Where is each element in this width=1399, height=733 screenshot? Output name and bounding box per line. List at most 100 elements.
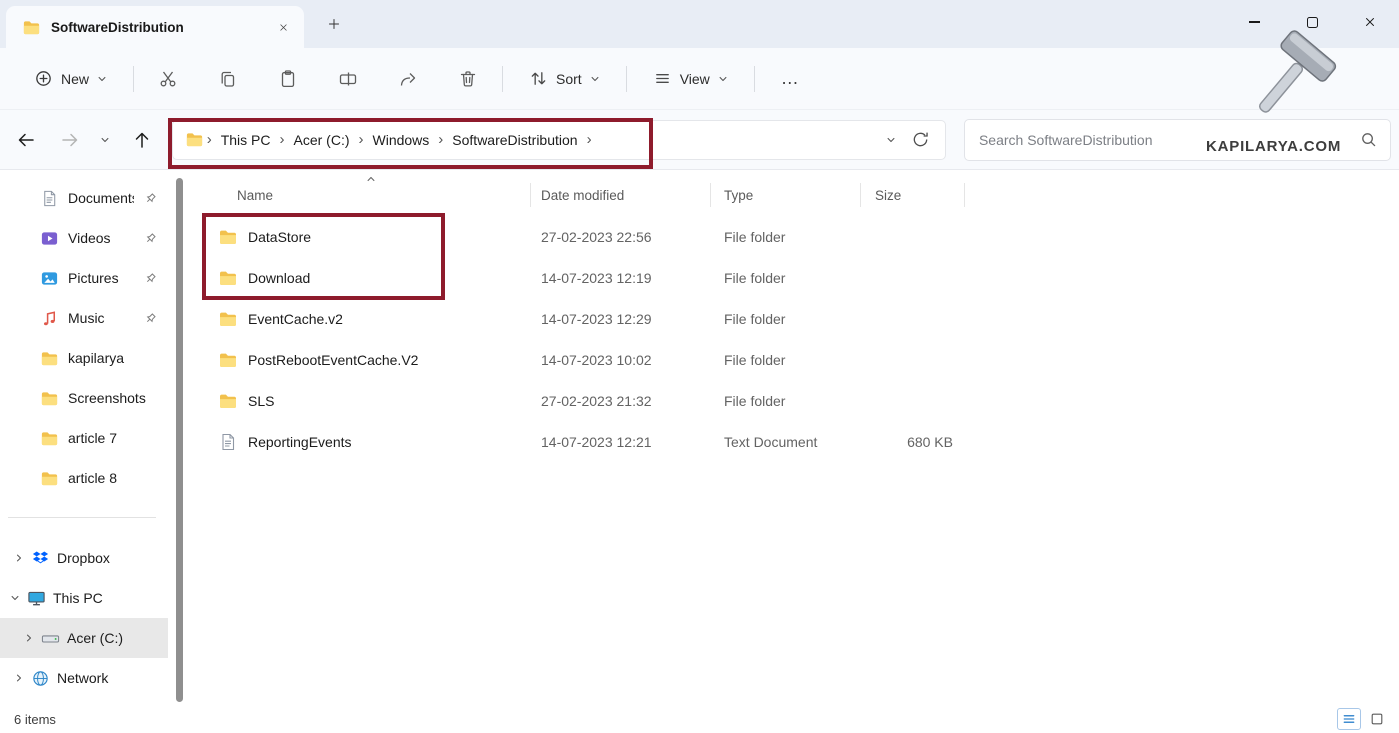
sidebar-item-article-7[interactable]: article 7 [0, 418, 168, 458]
navigation-bar: › This PC › Acer (C:) › Windows › Softwa… [0, 110, 1399, 170]
column-header-size[interactable]: Size [861, 183, 965, 207]
sidebar-item-network[interactable]: Network [0, 658, 168, 698]
vertical-scrollbar[interactable] [176, 178, 183, 702]
delete-icon [458, 69, 478, 89]
sidebar-item-documents[interactable]: Documents [0, 178, 168, 218]
sidebar-item-label: Pictures [68, 270, 134, 286]
chevron-right-icon[interactable] [14, 553, 24, 563]
share-icon [398, 69, 418, 89]
details-view-button[interactable] [1337, 708, 1361, 730]
file-type: Text Document [711, 434, 861, 450]
tab-title: SoftwareDistribution [51, 20, 270, 35]
folder-icon [218, 391, 238, 411]
address-dropdown-button[interactable] [877, 126, 905, 154]
file-type: File folder [711, 311, 861, 327]
copy-button[interactable] [208, 61, 248, 97]
breadcrumb-this-pc[interactable]: This PC [215, 128, 277, 152]
explorer-tab[interactable]: SoftwareDistribution [6, 6, 304, 48]
file-date: 27-02-2023 21:32 [531, 393, 711, 409]
folder-icon [218, 309, 238, 329]
sort-button[interactable]: Sort [517, 60, 612, 98]
rename-button[interactable] [328, 61, 368, 97]
breadcrumb-windows[interactable]: Windows [367, 128, 436, 152]
delete-button[interactable] [448, 61, 488, 97]
file-row-sls[interactable]: SLS 27-02-2023 21:32 File folder [190, 380, 1399, 421]
search-icon[interactable] [1359, 130, 1378, 149]
breadcrumb-separator[interactable]: › [435, 131, 446, 148]
folder-icon [218, 227, 238, 247]
close-icon [278, 22, 289, 33]
tab-close-button[interactable] [270, 14, 296, 40]
sidebar-item-videos[interactable]: Videos [0, 218, 168, 258]
sidebar-item-pictures[interactable]: Pictures [0, 258, 168, 298]
up-button[interactable] [124, 122, 160, 158]
breadcrumb-separator[interactable]: › [584, 131, 595, 148]
sidebar-item-label: Documents [68, 190, 134, 206]
breadcrumb-separator[interactable]: › [204, 131, 215, 148]
recent-locations-button[interactable] [92, 122, 118, 158]
view-button[interactable]: View [641, 60, 740, 98]
videos-icon [40, 229, 59, 248]
sidebar-item-article-8[interactable]: article 8 [0, 458, 168, 498]
file-date: 14-07-2023 12:19 [531, 270, 711, 286]
see-more-button[interactable]: … [769, 60, 812, 98]
breadcrumb-separator[interactable]: › [356, 131, 367, 148]
chevron-down-icon [718, 74, 728, 84]
this-pc-icon [27, 589, 46, 608]
file-row-download[interactable]: Download 14-07-2023 12:19 File folder [190, 257, 1399, 298]
ellipsis-icon: … [781, 68, 800, 89]
file-row-datastore[interactable]: DataStore 27-02-2023 22:56 File folder [190, 216, 1399, 257]
sort-button-label: Sort [556, 71, 582, 87]
cut-button[interactable] [148, 61, 188, 97]
view-icon [653, 69, 672, 88]
back-button[interactable] [8, 122, 44, 158]
minimize-button[interactable] [1225, 0, 1283, 44]
column-header-date-modified[interactable]: Date modified [531, 183, 711, 207]
file-date: 14-07-2023 12:21 [531, 434, 711, 450]
sidebar-item-this-pc[interactable]: This PC [0, 578, 168, 618]
maximize-button[interactable] [1283, 0, 1341, 44]
chevron-down-icon [97, 74, 107, 84]
new-tab-button[interactable] [318, 8, 350, 40]
file-name: EventCache.v2 [248, 311, 343, 327]
paste-icon [278, 69, 298, 89]
folder-icon [218, 350, 238, 370]
search-box[interactable] [964, 119, 1391, 161]
content-area: Documents Videos Pictures Music kapilary… [0, 170, 1399, 705]
search-input[interactable] [979, 132, 1359, 148]
close-icon [1363, 15, 1377, 29]
close-button[interactable] [1341, 0, 1399, 44]
breadcrumb-acer-c[interactable]: Acer (C:) [288, 128, 356, 152]
file-row-eventcache-v2[interactable]: EventCache.v2 14-07-2023 12:29 File fold… [190, 298, 1399, 339]
sidebar-item-dropbox[interactable]: Dropbox [0, 538, 168, 578]
sidebar-item-label: Screenshots [68, 390, 168, 406]
chevron-down-icon[interactable] [10, 593, 20, 603]
file-type: File folder [711, 393, 861, 409]
file-row-postrebooteventcache-v2[interactable]: PostRebootEventCache.V2 14-07-2023 10:02… [190, 339, 1399, 380]
address-bar[interactable]: › This PC › Acer (C:) › Windows › Softwa… [172, 120, 946, 160]
refresh-button[interactable] [905, 126, 937, 154]
sidebar-item-label: kapilarya [68, 350, 168, 366]
breadcrumb-separator[interactable]: › [277, 131, 288, 148]
chevron-right-icon[interactable] [24, 633, 34, 643]
paste-button[interactable] [268, 61, 308, 97]
chevron-right-icon[interactable] [14, 673, 24, 683]
file-name: SLS [248, 393, 274, 409]
sidebar-item-kapilarya[interactable]: kapilarya [0, 338, 168, 378]
large-icons-view-button[interactable] [1365, 708, 1389, 730]
sidebar-item-screenshots[interactable]: Screenshots [0, 378, 168, 418]
column-header-type[interactable]: Type [711, 183, 861, 207]
file-row-reportingevents[interactable]: ReportingEvents 14-07-2023 12:21 Text Do… [190, 421, 1399, 462]
sidebar-item-acer-c[interactable]: Acer (C:) [0, 618, 168, 658]
column-header-name[interactable]: Name [203, 183, 531, 207]
file-date: 27-02-2023 22:56 [531, 229, 711, 245]
new-button[interactable]: New [22, 60, 119, 98]
forward-button[interactable] [52, 122, 88, 158]
breadcrumb-softwaredistribution[interactable]: SoftwareDistribution [446, 128, 583, 152]
toolbar-divider [502, 66, 503, 92]
cut-icon [158, 69, 178, 89]
share-button[interactable] [388, 61, 428, 97]
documents-icon [40, 189, 59, 208]
sidebar-item-music[interactable]: Music [0, 298, 168, 338]
plus-icon [327, 17, 341, 31]
